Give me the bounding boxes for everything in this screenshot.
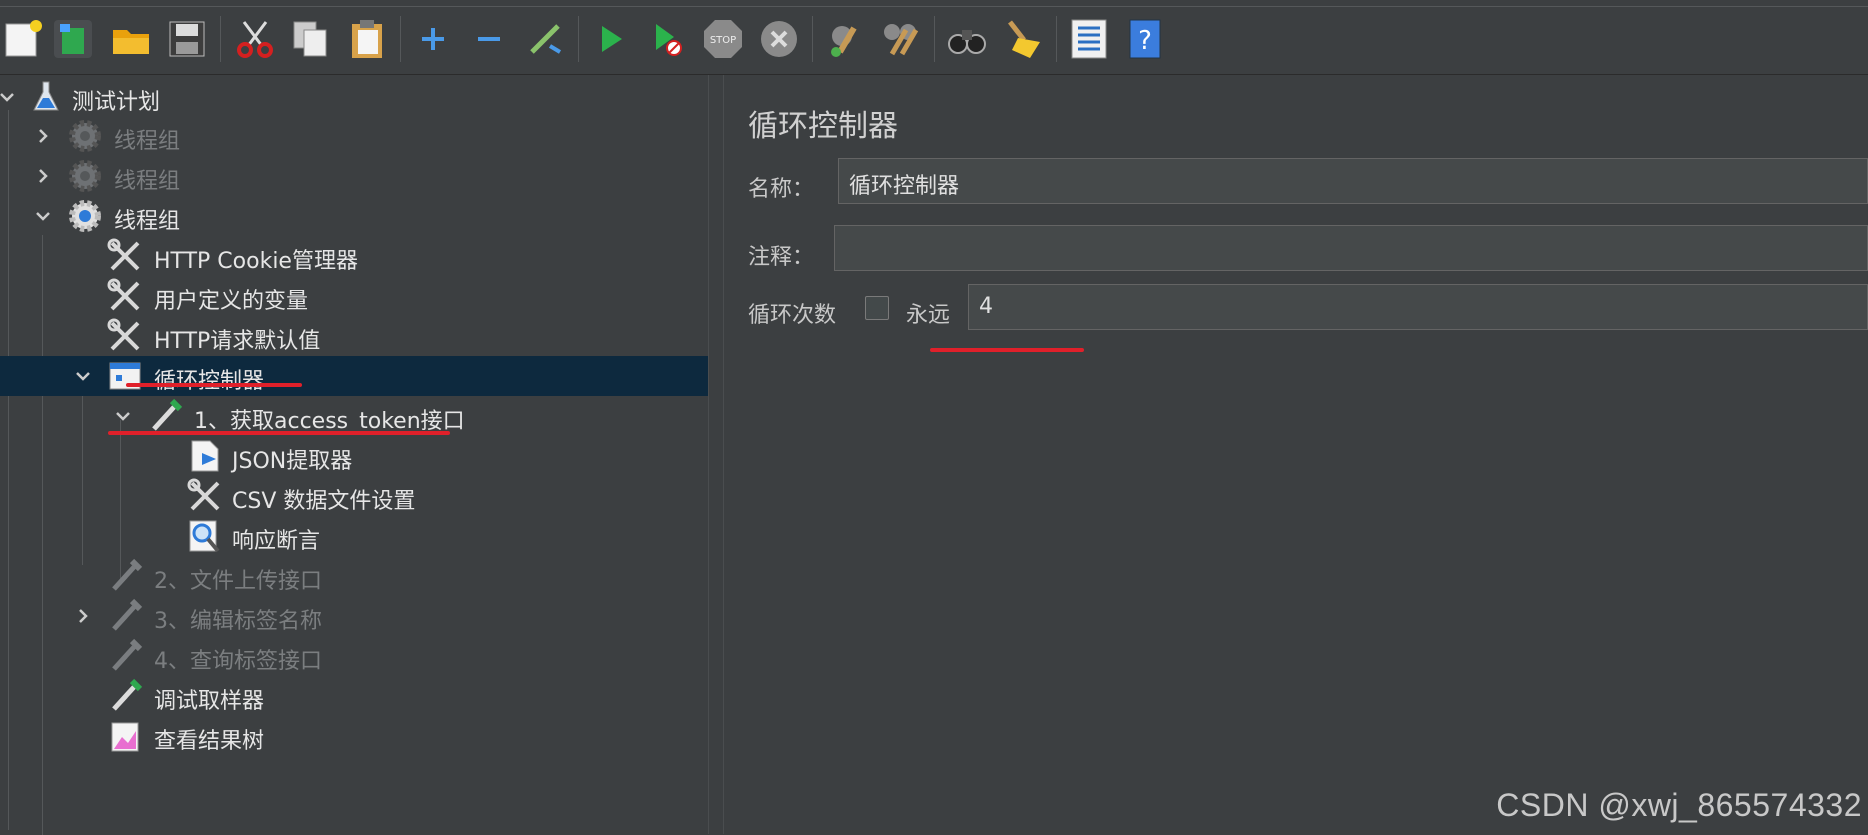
tree-node-sampler-1[interactable]: 1、获取access_token接口 — [0, 396, 708, 436]
clear-all-icon[interactable] — [878, 16, 924, 62]
tree-node-label: 调试取样器 — [154, 689, 265, 714]
paste-icon[interactable] — [344, 16, 390, 62]
tree-node-result-tree[interactable]: 查看结果树 — [0, 716, 708, 756]
clear-icon[interactable] — [822, 16, 868, 62]
svg-text:?: ? — [1138, 26, 1152, 56]
tree-node-sampler-3[interactable]: 3、编辑标签名称 — [0, 596, 708, 636]
toolbar: STOP ? — [0, 0, 1868, 75]
start-no-pause-icon[interactable] — [644, 16, 690, 62]
tree-node-label: 线程组 — [114, 129, 181, 154]
forever-checkbox[interactable] — [865, 296, 889, 320]
wrench-screwdriver-icon — [186, 477, 224, 515]
tree-node-sampler-4[interactable]: 4、查询标签接口 — [0, 636, 708, 676]
tree-node-cookie-manager[interactable]: HTTP Cookie管理器 — [0, 236, 708, 276]
templates-icon[interactable] — [50, 16, 96, 62]
watermark: CSDN @xwj_865574332 — [1496, 787, 1862, 823]
name-field[interactable]: 循环控制器 — [838, 158, 1868, 204]
expanded-chevron-icon[interactable] — [0, 86, 18, 108]
tree-node-sampler-2[interactable]: 2、文件上传接口 — [0, 556, 708, 596]
expand-icon[interactable] — [410, 16, 456, 62]
tree-node-label: 用户定义的变量 — [154, 289, 309, 314]
chart-document-icon — [106, 717, 144, 755]
open-icon[interactable] — [108, 16, 154, 62]
collapsed-chevron-icon[interactable] — [72, 605, 94, 627]
tree-node-test-plan[interactable]: 测试计划 — [0, 77, 708, 117]
tree-node-loop-controller[interactable]: 循环控制器 — [0, 356, 708, 396]
pipette-icon — [106, 557, 144, 595]
loop-controller-panel: 循环控制器 名称： 循环控制器 注释： 循环次数 永远 4 — [724, 75, 1868, 834]
tree-node-label: 响应断言 — [232, 529, 321, 554]
pane-splitter[interactable] — [708, 75, 724, 834]
save-icon[interactable] — [164, 16, 210, 62]
tree-node-user-variables[interactable]: 用户定义的变量 — [0, 276, 708, 316]
tree-node-label: 线程组 — [114, 169, 181, 194]
svg-text:STOP: STOP — [710, 35, 736, 46]
tree-node-thread-group[interactable]: 线程组 — [0, 196, 708, 236]
reset-search-icon[interactable] — [1000, 16, 1046, 62]
pipette-icon — [146, 397, 184, 435]
flask-icon — [27, 78, 65, 116]
tree-node-response-assertion[interactable]: 响应断言 — [0, 516, 708, 556]
expanded-chevron-icon[interactable] — [32, 205, 54, 227]
panel-title: 循环控制器 — [748, 109, 898, 144]
comment-field[interactable] — [834, 225, 1868, 271]
magnifier-document-icon — [186, 517, 224, 555]
forever-label: 永远 — [906, 303, 951, 328]
test-plan-tree: 测试计划 线程组 线程组 线程组 HTTP Cookie管理器 用户定义的变量 … — [0, 75, 708, 835]
tree-node-thread-group[interactable]: 线程组 — [0, 156, 708, 196]
search-icon[interactable] — [944, 16, 990, 62]
cut-icon[interactable] — [232, 16, 278, 62]
function-helper-icon[interactable] — [1066, 16, 1112, 62]
help-icon[interactable]: ? — [1122, 16, 1168, 62]
toggle-icon[interactable] — [522, 16, 568, 62]
tree-node-label: 4、查询标签接口 — [154, 649, 322, 674]
gear-icon — [66, 117, 104, 155]
copy-icon[interactable] — [288, 16, 334, 62]
tree-node-label: 3、编辑标签名称 — [154, 609, 322, 634]
collapsed-chevron-icon[interactable] — [32, 165, 54, 187]
tree-node-label: 循环控制器 — [154, 369, 265, 394]
wrench-screwdriver-icon — [106, 237, 144, 275]
wrench-screwdriver-icon — [106, 317, 144, 355]
tree-node-label: HTTP请求默认值 — [154, 329, 321, 354]
collapse-icon[interactable] — [466, 16, 512, 62]
tree-node-label: 线程组 — [114, 209, 181, 234]
tree-node-label: 2、文件上传接口 — [154, 569, 322, 594]
loop-controller-icon — [106, 357, 144, 395]
name-label: 名称： — [748, 177, 815, 202]
tree-node-thread-group[interactable]: 线程组 — [0, 116, 708, 156]
wrench-screwdriver-icon — [106, 277, 144, 315]
new-icon[interactable] — [0, 16, 46, 62]
tree-node-http-defaults[interactable]: HTTP请求默认值 — [0, 316, 708, 356]
tree-node-json-extractor[interactable]: JSON提取器 — [0, 436, 708, 476]
shutdown-icon[interactable] — [756, 16, 802, 62]
expanded-chevron-icon[interactable] — [112, 405, 134, 427]
start-icon[interactable] — [588, 16, 634, 62]
pipette-icon — [106, 677, 144, 715]
comment-label: 注释： — [748, 245, 815, 270]
pipette-icon — [106, 597, 144, 635]
annotation-underline — [108, 431, 450, 435]
stop-icon[interactable]: STOP — [700, 16, 746, 62]
annotation-underline — [126, 383, 302, 387]
toolbar-top-border — [0, 6, 1868, 7]
loop-count-label: 循环次数 — [748, 303, 837, 328]
tree-node-label: HTTP Cookie管理器 — [154, 249, 358, 274]
gear-icon — [66, 157, 104, 195]
expanded-chevron-icon[interactable] — [72, 365, 94, 387]
tree-node-label: 查看结果树 — [154, 729, 265, 754]
loop-count-field[interactable]: 4 — [968, 284, 1868, 330]
annotation-underline — [930, 348, 1084, 352]
tree-node-csv-config[interactable]: CSV 数据文件设置 — [0, 476, 708, 516]
gear-icon — [66, 197, 104, 235]
tree-node-label: JSON提取器 — [232, 449, 353, 474]
tree-node-label: 测试计划 — [72, 90, 161, 115]
document-arrow-icon — [186, 437, 224, 475]
tree-node-debug-sampler[interactable]: 调试取样器 — [0, 676, 708, 716]
pipette-icon — [106, 637, 144, 675]
tree-node-label: CSV 数据文件设置 — [232, 489, 416, 514]
collapsed-chevron-icon[interactable] — [32, 125, 54, 147]
